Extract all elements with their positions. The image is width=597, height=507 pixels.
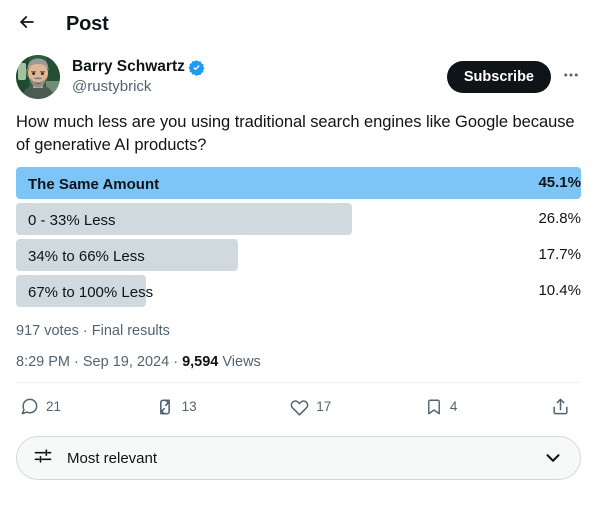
author-row: Barry Schwartz @rustybrick Subscribe xyxy=(0,49,597,99)
author-name-line: Barry Schwartz xyxy=(72,57,447,76)
subscribe-button[interactable]: Subscribe xyxy=(446,61,551,93)
poll-meta: 917 votes · Final results xyxy=(16,323,170,339)
post-time: 8:29 PM xyxy=(16,354,70,370)
poll-option-label: 34% to 66% Less xyxy=(28,247,145,265)
repost-button[interactable]: 13 xyxy=(155,397,197,417)
action-bar: 21 13 17 4 xyxy=(16,382,581,430)
sort-selector[interactable]: Most relevant xyxy=(16,436,581,480)
sliders-icon xyxy=(33,446,53,471)
poll-option-label: 0 - 33% Less xyxy=(28,211,116,229)
poll-option-percent: 45.1% xyxy=(538,174,581,191)
poll-option-row[interactable]: 67% to 100% Less 10.4% xyxy=(16,275,581,309)
retweet-icon xyxy=(155,397,175,417)
avatar[interactable] xyxy=(16,55,60,99)
post-timestamp: 8:29 PM · Sep 19, 2024 · 9,594 Views xyxy=(0,339,597,370)
share-icon xyxy=(551,397,570,416)
bookmark-button[interactable]: 4 xyxy=(425,398,458,416)
views-label: Views xyxy=(218,354,261,370)
share-button[interactable] xyxy=(551,397,577,416)
post-date: Sep 19, 2024 xyxy=(82,354,170,370)
sort-selector-label: Most relevant xyxy=(67,449,158,467)
poll-option-row[interactable]: 0 - 33% Less 26.8% xyxy=(16,203,581,237)
post-detail-page: Post Barry Schwartz @rustybrick Subscrib… xyxy=(0,0,597,507)
poll: The Same Amount 45.1% 0 - 33% Less 26.8%… xyxy=(0,157,597,309)
back-button[interactable] xyxy=(10,8,44,42)
bookmark-icon xyxy=(425,398,443,416)
more-horizontal-icon xyxy=(562,66,580,89)
poll-option-row[interactable]: The Same Amount 45.1% xyxy=(16,167,581,201)
like-count: 17 xyxy=(316,399,332,414)
bookmark-count: 4 xyxy=(449,399,458,414)
reply-count: 21 xyxy=(46,399,62,414)
sort-bar-wrapper: Most relevant xyxy=(0,430,597,480)
poll-option-percent: 26.8% xyxy=(538,210,581,227)
repost-count: 13 xyxy=(181,399,197,414)
author-handle[interactable]: @rustybrick xyxy=(72,78,447,97)
poll-option-label: 67% to 100% Less xyxy=(28,283,154,301)
comment-icon xyxy=(20,397,39,416)
heart-icon xyxy=(290,397,309,416)
reply-button[interactable]: 21 xyxy=(20,397,61,416)
poll-option-label: The Same Amount xyxy=(28,175,160,193)
like-button[interactable]: 17 xyxy=(290,397,331,416)
poll-option-percent: 10.4% xyxy=(538,282,581,299)
arrow-left-icon xyxy=(17,12,37,37)
avatar-image xyxy=(16,55,60,99)
more-options-button[interactable] xyxy=(555,61,587,93)
chevron-down-icon[interactable] xyxy=(542,447,564,469)
timestamp-sep-2: · xyxy=(169,354,183,370)
views-count: 9,594 xyxy=(182,354,219,370)
author-names: Barry Schwartz @rustybrick xyxy=(72,57,447,96)
page-header: Post xyxy=(0,0,597,49)
author-display-name[interactable]: Barry Schwartz xyxy=(72,57,185,76)
timestamp-sep-1: · xyxy=(70,354,83,370)
post-text: How much less are you using traditional … xyxy=(16,113,575,154)
poll-option-percent: 17.7% xyxy=(538,246,581,263)
page-title: Post xyxy=(66,13,109,35)
poll-option-row[interactable]: 34% to 66% Less 17.7% xyxy=(16,239,581,273)
verified-badge-icon xyxy=(188,59,205,76)
